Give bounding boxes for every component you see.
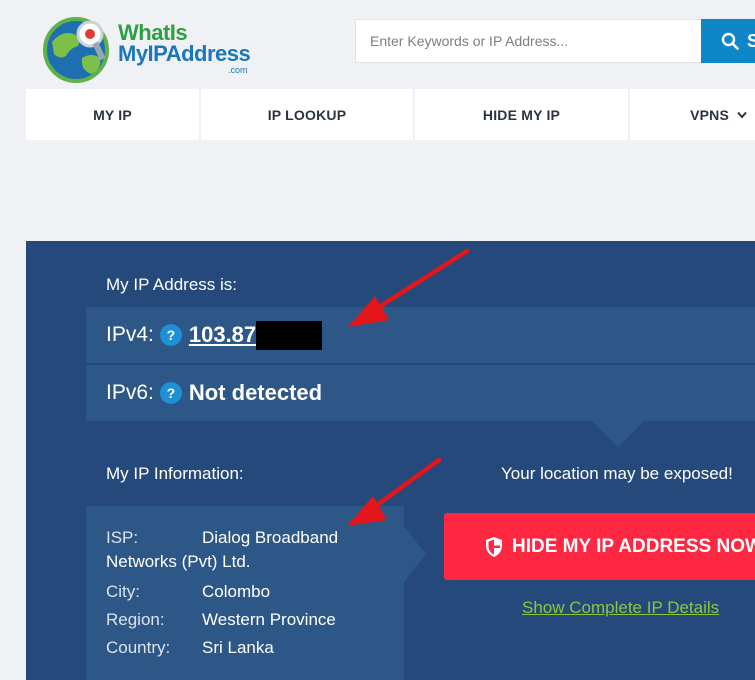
city-row: City: Colombo	[106, 582, 270, 602]
search-button[interactable]: S	[701, 19, 755, 63]
chevron-down-icon	[737, 111, 747, 119]
nav-item-vpns[interactable]: VPNS	[630, 89, 755, 140]
region-label: Region:	[106, 610, 165, 629]
logo-suffix: .com	[228, 65, 248, 75]
ipv6-help-icon[interactable]: ?	[159, 382, 182, 404]
ipv6-label: IPv6:	[106, 381, 154, 404]
isp-label: ISP:	[106, 528, 139, 547]
city-label: City:	[106, 582, 140, 601]
main-nav: MY IP IP LOOKUP HIDE MY IP VPNS	[26, 89, 755, 140]
nav-item-label: IP LOOKUP	[267, 106, 347, 123]
logo-line-2: MyIPAddress	[118, 41, 251, 66]
nav-item-label: MY IP	[93, 106, 132, 123]
ip-heading: My IP Address is:	[106, 275, 238, 294]
ipv4-value[interactable]: 103.87	[189, 322, 256, 348]
location-warning: Your location may be exposed!	[501, 464, 733, 483]
search-input[interactable]	[368, 32, 701, 50]
isp-row: ISP: Dialog Broadband	[106, 528, 338, 548]
region-row: Region: Western Province	[106, 610, 336, 630]
site-logo[interactable]: WhatIs MyIPAddress .com	[42, 12, 252, 84]
country-value: Sri Lanka	[202, 638, 274, 657]
nav-item-my-ip[interactable]: MY IP	[26, 89, 201, 140]
show-ip-details-link[interactable]: Show Complete IP Details	[522, 598, 719, 618]
logo-wordmark: WhatIs MyIPAddress	[118, 20, 251, 66]
country-row: Country: Sri Lanka	[106, 638, 274, 658]
country-label: Country:	[106, 638, 171, 657]
nav-item-label: HIDE MY IP	[482, 106, 561, 123]
nav-item-hide-my-ip[interactable]: HIDE MY IP	[415, 89, 630, 140]
info-heading: My IP Information:	[106, 464, 244, 483]
site-header: WhatIs MyIPAddress .com S	[0, 0, 755, 88]
ipv4-row: IPv4: ? 103.87	[86, 307, 755, 363]
info-pointer	[404, 526, 426, 582]
hide-ip-button[interactable]: HIDE MY IP ADDRESS NOW	[444, 513, 755, 580]
ip-panel: My IP Address is: IPv4: ? 103.87 IPv6: ?…	[26, 241, 755, 680]
redaction-box	[256, 320, 323, 350]
isp-value-line1: Dialog Broadband	[202, 528, 339, 547]
shield-icon	[486, 536, 502, 557]
ipv4-label: IPv4:	[106, 323, 154, 346]
ipv6-value: Not detected	[188, 380, 323, 405]
nav-item-ip-lookup[interactable]: IP LOOKUP	[201, 89, 415, 140]
search-icon	[721, 32, 739, 50]
row-notch	[592, 421, 644, 447]
hide-ip-button-label: HIDE MY IP ADDRESS NOW	[512, 535, 755, 557]
globe-logo-icon	[43, 17, 109, 83]
city-value: Colombo	[202, 582, 271, 601]
nav-item-label: VPNS	[690, 106, 729, 123]
region-value: Western Province	[202, 610, 336, 629]
ipv6-row: IPv6: ? Not detected	[86, 365, 755, 421]
ip-info-box: ISP: Dialog Broadband Networks (Pvt) Ltd.…	[86, 506, 404, 680]
logo-line-1: WhatIs	[118, 20, 188, 45]
search-button-label: S	[747, 30, 755, 51]
ipv4-help-icon[interactable]: ?	[159, 324, 182, 346]
isp-value-line2: Networks (Pvt) Ltd.	[106, 552, 251, 571]
search-field	[355, 19, 701, 63]
